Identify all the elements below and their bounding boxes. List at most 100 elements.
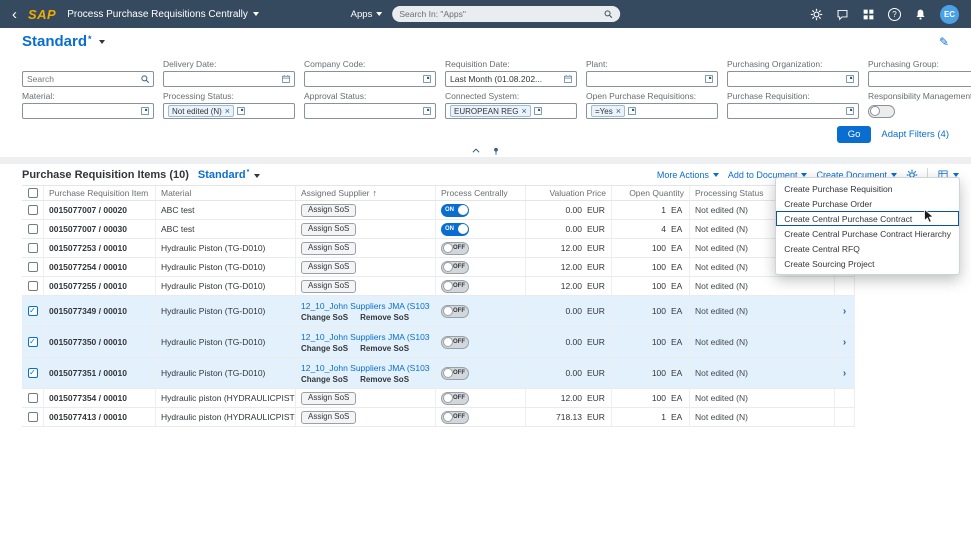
value-help-icon[interactable]: [704, 74, 714, 84]
table-row[interactable]: 0015077007 / 00030 ABC test Assign SoS O…: [22, 220, 855, 239]
process-centrally-toggle[interactable]: OFF: [441, 411, 469, 424]
column-header-open-quantity[interactable]: Open Quantity: [612, 186, 690, 200]
filter-token[interactable]: Not edited (N) ×: [168, 105, 234, 117]
process-centrally-toggle[interactable]: OFF: [441, 280, 469, 293]
process-centrally-toggle[interactable]: ON: [441, 204, 469, 217]
assigned-supplier-link[interactable]: 12_10_John Suppliers JMA (S1030001): [301, 332, 430, 342]
menu-item-create-central-rfq[interactable]: Create Central RFQ: [776, 241, 959, 256]
table-row[interactable]: ✓ 0015077351 / 00010 Hydraulic Piston (T…: [22, 358, 855, 389]
assign-sos-button[interactable]: Assign SoS: [301, 280, 356, 293]
collapse-header-icon[interactable]: [471, 146, 481, 156]
assign-sos-button[interactable]: Assign SoS: [301, 242, 356, 255]
table-row[interactable]: ✓ 0015077349 / 00010 Hydraulic Piston (T…: [22, 296, 855, 327]
requisition-date-input[interactable]: [450, 74, 561, 84]
row-checkbox[interactable]: [28, 205, 38, 215]
feedback-icon[interactable]: [836, 8, 849, 21]
column-header-material[interactable]: Material: [156, 186, 296, 200]
column-header-item[interactable]: Purchase Requisition Item: [44, 186, 156, 200]
row-checkbox[interactable]: [28, 262, 38, 272]
change-sos-button[interactable]: Change SoS: [301, 344, 348, 353]
table-row[interactable]: 0015077255 / 00010 Hydraulic Piston (TG-…: [22, 277, 855, 296]
process-centrally-toggle[interactable]: OFF: [441, 261, 469, 274]
column-header-process-centrally[interactable]: Process Centrally: [436, 186, 526, 200]
row-checkbox[interactable]: [28, 281, 38, 291]
value-help-icon[interactable]: [422, 106, 432, 116]
change-sos-button[interactable]: Change SoS: [301, 375, 348, 384]
plant-input[interactable]: [591, 74, 702, 84]
row-checkbox[interactable]: [28, 224, 38, 234]
menu-item-create-sourcing-project[interactable]: Create Sourcing Project: [776, 256, 959, 271]
back-icon[interactable]: ‹: [12, 7, 17, 22]
value-help-icon[interactable]: [533, 106, 543, 116]
table-row[interactable]: 0015077007 / 00020 ABC test Assign SoS O…: [22, 201, 855, 220]
table-row[interactable]: 0015077253 / 00010 Hydraulic Piston (TG-…: [22, 239, 855, 258]
pin-header-icon[interactable]: [491, 146, 501, 156]
token-remove-icon[interactable]: ×: [616, 107, 621, 116]
remove-sos-button[interactable]: Remove SoS: [360, 344, 409, 353]
row-checkbox[interactable]: [28, 412, 38, 422]
delivery-date-input[interactable]: [168, 74, 279, 84]
company-code-input[interactable]: [309, 74, 420, 84]
filter-token[interactable]: EUROPEAN REG ×: [450, 105, 531, 117]
row-navigation-icon[interactable]: ›: [843, 368, 846, 379]
app-title-menu[interactable]: Process Purchase Requisitions Centrally: [67, 9, 259, 20]
process-centrally-toggle[interactable]: OFF: [441, 336, 469, 349]
table-row[interactable]: 0015077254 / 00010 Hydraulic Piston (TG-…: [22, 258, 855, 277]
value-help-icon[interactable]: [845, 106, 855, 116]
search-input[interactable]: [27, 74, 138, 84]
calendar-icon[interactable]: [563, 74, 573, 84]
search-icon[interactable]: [603, 9, 613, 19]
process-centrally-toggle[interactable]: OFF: [441, 367, 469, 380]
value-help-icon[interactable]: [627, 106, 637, 116]
assign-sos-button[interactable]: Assign SoS: [301, 392, 356, 405]
table-row[interactable]: 0015077413 / 00010 Hydraulic piston (HYD…: [22, 408, 855, 427]
value-help-icon[interactable]: [422, 74, 432, 84]
process-centrally-toggle[interactable]: OFF: [441, 305, 469, 318]
process-centrally-toggle[interactable]: OFF: [441, 392, 469, 405]
token-remove-icon[interactable]: ×: [521, 107, 526, 116]
filter-token[interactable]: =Yes ×: [591, 105, 625, 117]
column-header-supplier[interactable]: Assigned Supplier ↑: [296, 186, 436, 200]
table-row[interactable]: ✓ 0015077350 / 00010 Hydraulic Piston (T…: [22, 327, 855, 358]
process-centrally-toggle[interactable]: ON: [441, 223, 469, 236]
value-help-icon[interactable]: [845, 74, 855, 84]
row-checkbox[interactable]: ✓: [28, 368, 38, 378]
user-avatar[interactable]: EC: [940, 5, 959, 24]
value-help-icon[interactable]: [236, 106, 246, 116]
menu-item-create-central-purchase-contract-hierarchy[interactable]: Create Central Purchase Contract Hierarc…: [776, 226, 959, 241]
variant-selector[interactable]: Standard *: [22, 33, 105, 50]
assign-sos-button[interactable]: Assign SoS: [301, 204, 356, 217]
assign-sos-button[interactable]: Assign SoS: [301, 223, 356, 236]
edit-icon[interactable]: ✎: [939, 35, 949, 49]
purchase-requisition-input[interactable]: [732, 106, 843, 116]
remove-sos-button[interactable]: Remove SoS: [360, 313, 409, 322]
assigned-supplier-link[interactable]: 12_10_John Suppliers JMA (S1030001): [301, 301, 430, 311]
row-navigation-icon[interactable]: ›: [843, 337, 846, 348]
help-icon[interactable]: ?: [888, 8, 901, 21]
more-actions-button[interactable]: More Actions: [657, 170, 719, 180]
row-checkbox[interactable]: ✓: [28, 306, 38, 316]
apps-grid-icon[interactable]: [862, 8, 875, 21]
settings-icon[interactable]: [810, 8, 823, 21]
approval-status-input[interactable]: [309, 106, 420, 116]
value-help-icon[interactable]: [140, 106, 150, 116]
purchasing-organization-input[interactable]: [732, 74, 843, 84]
adapt-filters-link[interactable]: Adapt Filters (4): [881, 129, 949, 140]
row-navigation-icon[interactable]: ›: [843, 306, 846, 317]
token-remove-icon[interactable]: ×: [225, 107, 230, 116]
assigned-supplier-link[interactable]: 12_10_John Suppliers JMA (S1030001): [301, 363, 430, 373]
search-scope-select[interactable]: Apps: [351, 9, 383, 20]
remove-sos-button[interactable]: Remove SoS: [360, 375, 409, 384]
calendar-icon[interactable]: [281, 74, 291, 84]
select-all-checkbox[interactable]: [28, 188, 38, 198]
row-checkbox[interactable]: ✓: [28, 337, 38, 347]
responsibility-management-switch[interactable]: [868, 105, 895, 118]
material-input[interactable]: [27, 106, 138, 116]
row-checkbox[interactable]: [28, 393, 38, 403]
assign-sos-button[interactable]: Assign SoS: [301, 261, 356, 274]
table-variant-selector[interactable]: Standard *: [198, 169, 260, 181]
search-icon[interactable]: [140, 74, 150, 84]
menu-item-create-purchase-requisition[interactable]: Create Purchase Requisition: [776, 181, 959, 196]
go-button[interactable]: Go: [837, 126, 872, 143]
shell-search-input[interactable]: [399, 9, 603, 19]
